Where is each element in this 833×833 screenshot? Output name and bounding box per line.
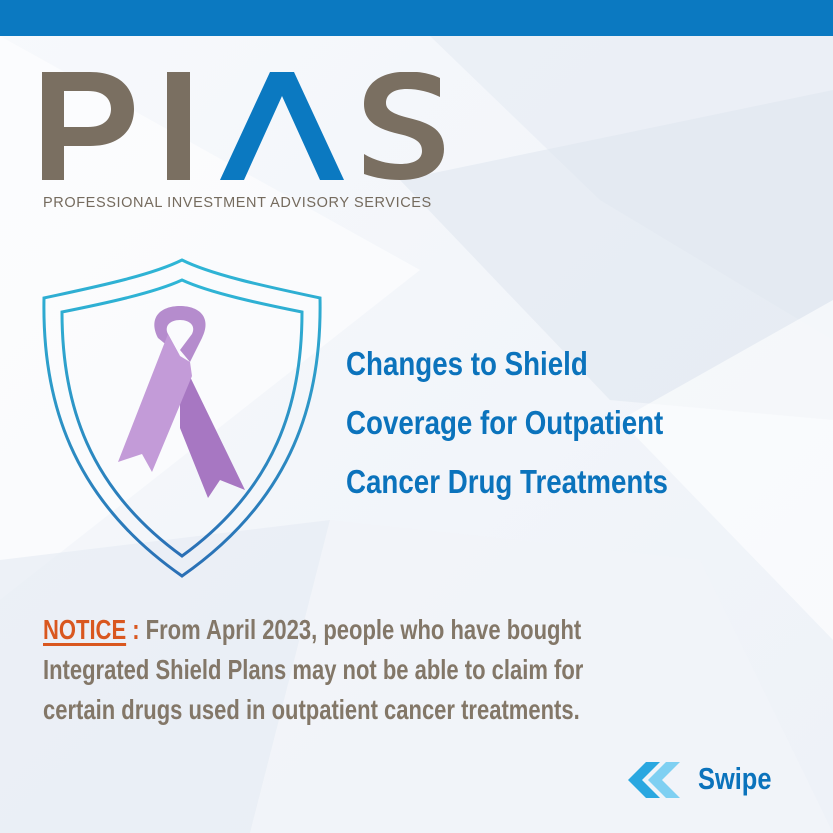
headline: Changes to Shield Coverage for Outpatien… [346, 334, 741, 511]
notice-line-2: Integrated Shield Plans may not be able … [43, 654, 584, 685]
swipe-label[interactable]: Swipe [698, 761, 771, 797]
headline-line-3: Cancer Drug Treatments [346, 463, 668, 500]
notice-paragraph: NOTICE : From April 2023, people who hav… [43, 610, 747, 730]
notice-colon: : [126, 614, 146, 645]
top-accent-bar [0, 0, 833, 36]
notice-label: NOTICE [43, 614, 127, 645]
notice-line-1: NOTICE : From April 2023, people who hav… [43, 610, 747, 650]
brand-tagline: PROFESSIONAL INVESTMENT ADVISORY SERVICE… [43, 195, 432, 211]
awareness-ribbon-icon [118, 306, 245, 498]
headline-line-2: Coverage for Outpatient [346, 404, 664, 441]
notice-text-1: From April 2023, people who have bought [145, 614, 582, 645]
headline-line-1: Changes to Shield [346, 345, 588, 382]
shield-icon [42, 258, 322, 578]
pias-logo [42, 72, 444, 180]
notice-line-3: certain drugs used in outpatient cancer … [43, 694, 580, 725]
double-chevron-left-icon[interactable] [622, 760, 682, 800]
